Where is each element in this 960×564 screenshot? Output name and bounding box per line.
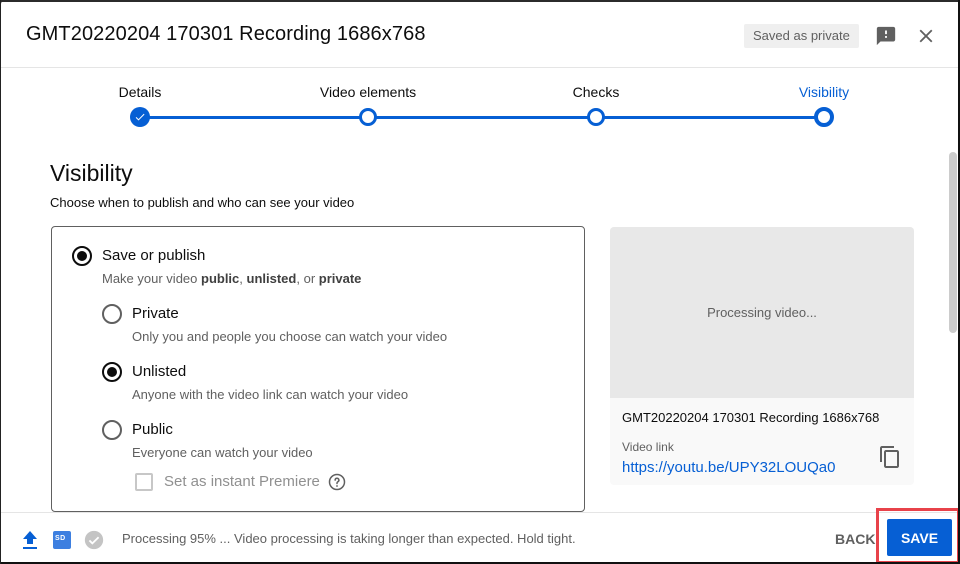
visibility-heading: Visibility <box>50 160 133 186</box>
saved-status-badge: Saved as private <box>744 24 859 48</box>
window-frame <box>0 0 960 2</box>
video-link[interactable]: https://youtu.be/UPY32LOUQa0 <box>622 459 835 476</box>
private-desc: Only you and people you choose can watch… <box>132 329 448 344</box>
instant-premiere-label[interactable]: Set as instant Premiere <box>164 473 320 490</box>
public-desc: Everyone can watch your video <box>132 445 313 460</box>
video-link-label: Video link <box>622 440 674 454</box>
upload-dialog: GMT20220204 170301 Recording 1686x768 Sa… <box>1 1 959 563</box>
save-or-publish-label[interactable]: Save or publish <box>102 247 205 264</box>
visibility-subtitle: Choose when to publish and who can see y… <box>50 195 355 210</box>
step-details-label[interactable]: Details <box>119 84 162 100</box>
public-radio[interactable] <box>102 420 122 440</box>
private-label[interactable]: Private <box>132 305 179 322</box>
desc-unlisted: unlisted <box>246 271 297 286</box>
checks-status-icon[interactable] <box>83 529 105 551</box>
step-visibility-dot[interactable] <box>814 107 834 127</box>
desc-text: , or <box>296 271 319 286</box>
video-preview-card: Processing video... GMT20220204 170301 R… <box>610 227 914 485</box>
close-icon[interactable] <box>915 25 937 47</box>
step-checks-label[interactable]: Checks <box>573 84 620 100</box>
unlisted-label[interactable]: Unlisted <box>132 363 186 380</box>
video-thumbnail: Processing video... <box>610 227 914 398</box>
check-icon <box>135 113 145 121</box>
desc-private: private <box>318 271 362 286</box>
feedback-icon[interactable] <box>875 25 897 47</box>
desc-public: public <box>201 271 240 286</box>
dialog-title: GMT20220204 170301 Recording 1686x768 <box>26 23 426 45</box>
instant-premiere-checkbox[interactable] <box>135 473 153 491</box>
step-details-dot[interactable] <box>130 107 150 127</box>
private-radio[interactable] <box>102 304 122 324</box>
save-or-publish-radio[interactable] <box>72 246 92 266</box>
public-label[interactable]: Public <box>132 421 173 438</box>
processing-video-label: Processing video... <box>707 305 817 320</box>
desc-text: Make your video <box>102 271 201 286</box>
scrollbar-thumb[interactable] <box>949 152 957 333</box>
copy-icon[interactable] <box>878 445 902 469</box>
upload-icon[interactable] <box>21 530 39 550</box>
step-video-elements-dot[interactable] <box>359 108 377 126</box>
preview-filename: GMT20220204 170301 Recording 1686x768 <box>622 410 880 425</box>
unlisted-radio[interactable] <box>102 362 122 382</box>
dialog-header: GMT20220204 170301 Recording 1686x768 Sa… <box>1 1 959 68</box>
visibility-options-box: Save or publish Make your video public, … <box>51 226 585 512</box>
unlisted-desc: Anyone with the video link can watch you… <box>132 387 409 402</box>
step-visibility-label[interactable]: Visibility <box>799 84 849 100</box>
upload-stepper: Details Video elements Checks Visibility <box>1 69 945 133</box>
desc-text: , <box>239 271 247 286</box>
window-frame <box>0 0 1 564</box>
step-video-elements-label[interactable]: Video elements <box>320 84 416 100</box>
save-button[interactable]: SAVE <box>887 519 952 556</box>
sd-badge-text: SD <box>55 535 66 542</box>
sd-quality-icon[interactable]: SD <box>53 531 71 549</box>
stepper-progress-line <box>139 116 824 119</box>
help-icon[interactable] <box>328 473 346 491</box>
dialog-footer: SD Processing 95% ... Video processing i… <box>1 512 959 564</box>
save-or-publish-desc: Make your video public, unlisted, or pri… <box>102 271 361 286</box>
step-checks-dot[interactable] <box>587 108 605 126</box>
processing-status-text: Processing 95% ... Video processing is t… <box>122 531 576 546</box>
